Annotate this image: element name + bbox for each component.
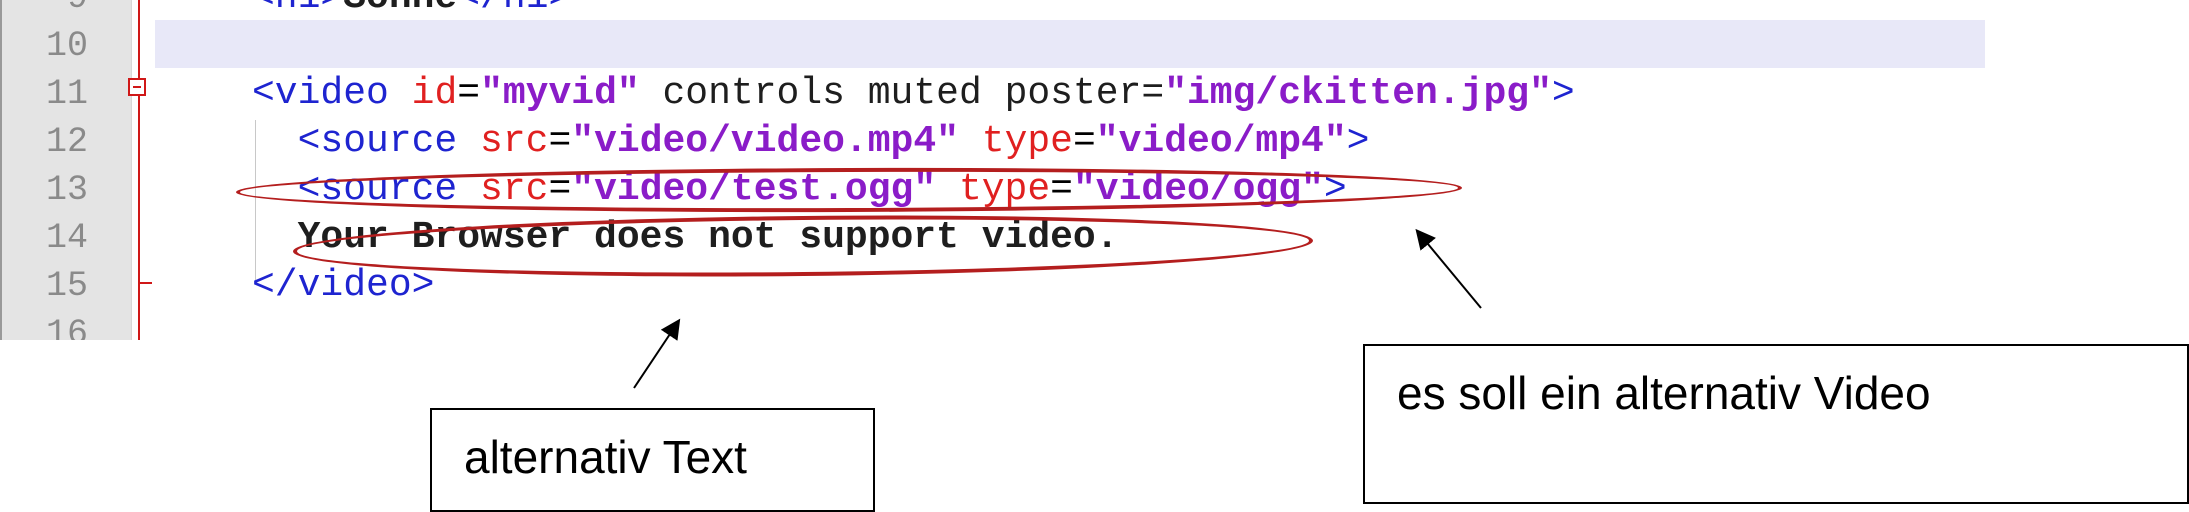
callout-alternativ-text-label: alternativ Text [464,431,747,483]
current-line-highlight [155,20,1985,68]
code-token: type [981,120,1073,163]
code-line[interactable]: <h1>Sonne</h1> [252,0,571,22]
line-number: 9 [0,0,88,22]
code-token: "video/mp4" [1095,120,1347,163]
callout-alternativ-text: alternativ Text [430,408,875,512]
code-token: > [1551,72,1575,115]
code-token: <h1> [252,0,343,19]
fold-end-marker [140,282,152,284]
code-token: = [457,72,481,115]
line-number: 12 [45,122,88,162]
code-token: </h1> [457,0,571,19]
code-line[interactable]: <video id="myvid" controls muted poster=… [252,70,1575,118]
code-token: controls muted poster= [639,72,1165,115]
code-token: <video [252,72,412,115]
code-token: <source [252,120,481,163]
callout-alternativ-video: es soll ein alternativ Video [1363,344,2189,504]
code-token: = [1072,120,1096,163]
line-number: 11 [45,74,88,114]
line-number: 10 [45,26,88,66]
callout-alternativ-video-label: es soll ein alternativ Video [1397,367,1931,419]
fold-collapse-icon[interactable] [128,78,146,96]
code-token: id [411,72,458,115]
code-token: "video/video.mp4" [571,120,959,163]
code-token: "myvid" [480,72,640,115]
code-line[interactable]: <source src="video/video.mp4" type="vide… [252,118,1370,166]
code-line[interactable]: </video> [252,262,434,310]
line-number: 15 [45,266,88,306]
line-number: 16 [45,314,88,340]
line-number: 14 [45,218,88,258]
code-token: "img/ckitten.jpg" [1164,72,1552,115]
fold-marker-line [138,0,140,340]
code-token: src [480,120,549,163]
line-number: 13 [45,170,88,210]
code-token: > [1346,120,1370,163]
fold-margin [132,0,152,340]
code-token: = [548,120,572,163]
code-token: </video> [252,264,435,307]
code-token: Sonne [343,0,457,19]
